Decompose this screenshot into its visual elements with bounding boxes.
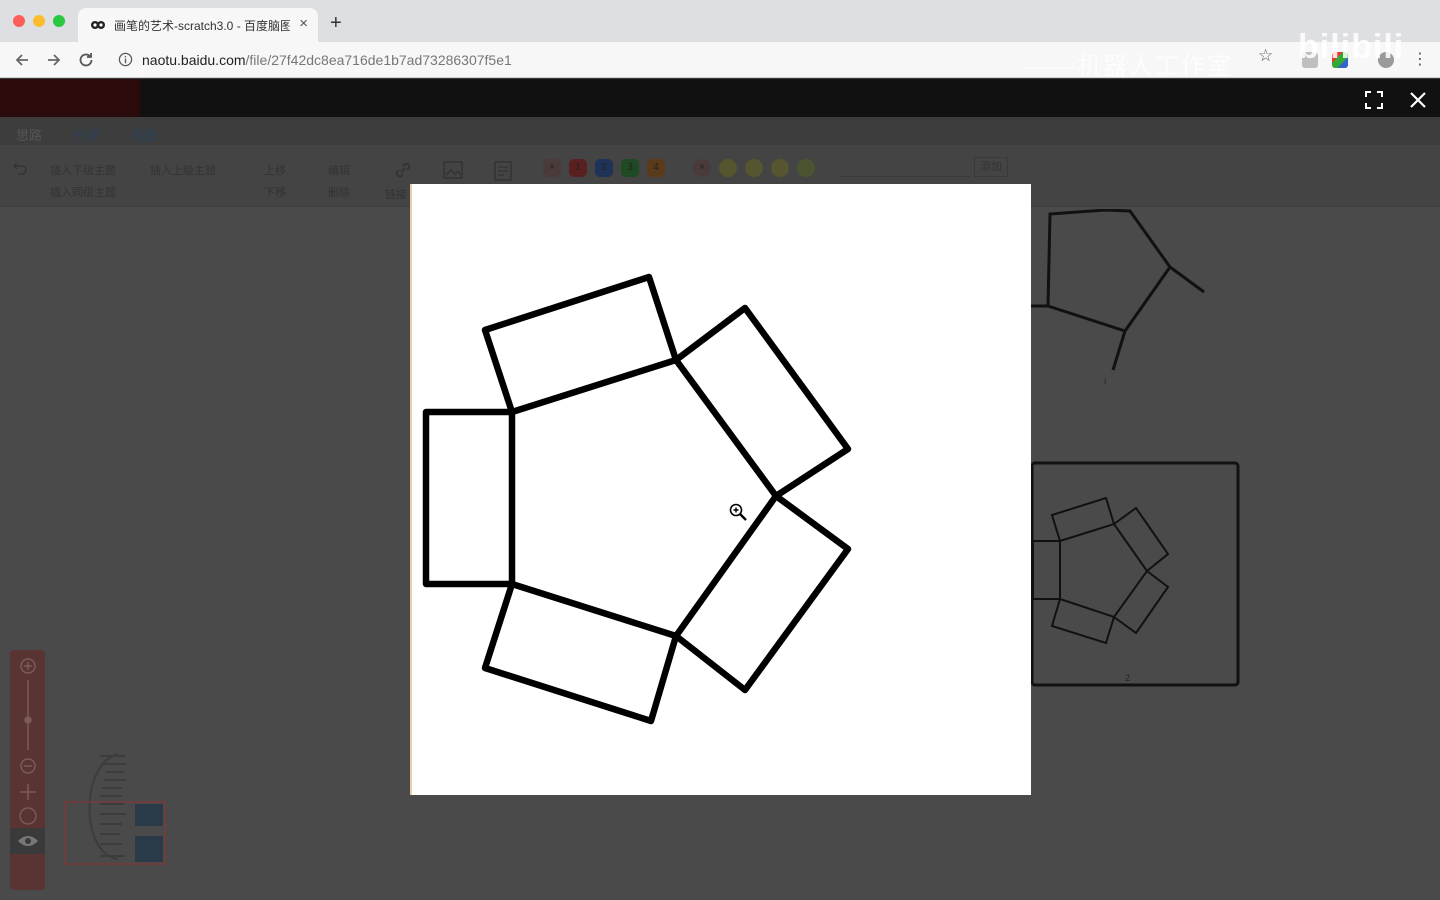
resource-input[interactable] (840, 155, 970, 177)
tab-view[interactable]: 视图 (131, 125, 157, 144)
progress-0-icon[interactable] (719, 159, 737, 177)
app-header (0, 79, 1440, 117)
ribbon-tabs: 思路 外观 视图 (0, 117, 1440, 145)
progress-2-icon[interactable] (771, 159, 789, 177)
url-path: /file/27f42dc8ea716de1b7ad73286307f5e1 (245, 52, 512, 68)
progress-3-icon[interactable] (797, 159, 815, 177)
note-icon[interactable] (494, 161, 512, 181)
zoom-in-cursor-icon (729, 503, 747, 521)
move-up-button[interactable]: 上移 (264, 162, 286, 178)
window-close-button[interactable] (13, 15, 25, 27)
naotu-favicon-icon (91, 21, 105, 29)
tab-ideas[interactable]: 思路 (16, 125, 42, 144)
back-icon[interactable] (12, 50, 32, 70)
insert-child-button[interactable]: 插入下级主题 (50, 162, 116, 178)
url-host: naotu.baidu.com (142, 52, 246, 68)
bilibili-logo: bilibili (1298, 28, 1405, 66)
remove-priority-icon[interactable]: × (543, 159, 561, 177)
window-zoom-button[interactable] (53, 15, 65, 27)
locate-icon[interactable] (19, 807, 37, 825)
star-icon[interactable]: ☆ (1258, 46, 1273, 66)
canvas-thumbnail-pentagon (1032, 496, 1170, 645)
browser-menu-icon[interactable]: ⋮ (1412, 49, 1428, 69)
edit-button[interactable]: 编辑 (328, 162, 350, 178)
remove-progress-icon[interactable]: × (693, 159, 711, 177)
undo-icon[interactable] (10, 163, 28, 177)
central-pentagon (508, 356, 780, 640)
browser-toolbar: naotu.baidu.com/file/27f42dc8ea716de1b7a… (0, 42, 1440, 80)
link-button-label[interactable]: 链接 (385, 186, 407, 202)
move-down-button[interactable]: 下移 (264, 184, 286, 200)
info-icon[interactable] (118, 52, 133, 67)
square-upper-right (672, 304, 852, 500)
square-left (422, 408, 516, 588)
priority-2-icon[interactable]: 2 (595, 159, 613, 177)
video-watermark: ——机器人工作室 (1025, 53, 1233, 80)
tab-title: 画笔的艺术-scratch3.0 - 百度脑图 (114, 19, 290, 33)
progress-1-icon[interactable] (745, 159, 763, 177)
window-minimize-button[interactable] (33, 15, 45, 27)
canvas-node-label: 2 (1125, 673, 1130, 683)
new-tab-button[interactable]: + (330, 13, 342, 33)
insert-parent-button[interactable]: 插入上级主题 (150, 162, 216, 178)
browser-tabstrip: 画笔的艺术-scratch3.0 - 百度脑图 × + (0, 0, 1440, 42)
url-text[interactable]: naotu.baidu.com/file/27f42dc8ea716de1b7a… (142, 52, 512, 68)
add-resource-button[interactable]: 添加 (974, 157, 1008, 177)
canvas-small-mark: ⅰ (1104, 377, 1106, 386)
priority-4-icon[interactable]: 4 (647, 159, 665, 177)
image-preview[interactable] (410, 184, 1031, 795)
canvas-pentagon-sketch (1030, 209, 1205, 371)
insert-sibling-button[interactable]: 插入同级主题 (50, 184, 116, 200)
tab-close-icon[interactable]: × (299, 15, 308, 32)
browser-tab[interactable]: 画笔的艺术-scratch3.0 - 百度脑图 × (78, 8, 318, 42)
move-icon[interactable] (20, 784, 36, 800)
close-icon[interactable] (1409, 91, 1427, 109)
square-lower-right (672, 492, 852, 694)
app-logo (0, 79, 140, 117)
image-icon[interactable] (443, 161, 463, 179)
link-icon[interactable] (392, 159, 414, 181)
zoom-panel (10, 650, 45, 890)
pentagon-squares-drawing (422, 273, 852, 725)
priority-3-icon[interactable]: 3 (621, 159, 639, 177)
canvas-thumbnail-frame[interactable] (1030, 461, 1240, 687)
fullscreen-icon[interactable] (1365, 91, 1383, 109)
minimap[interactable] (60, 744, 185, 874)
reload-icon[interactable] (76, 50, 96, 70)
mindmap-canvas[interactable]: ⅰ 2 (1030, 209, 1290, 709)
priority-1-icon[interactable]: 1 (569, 159, 587, 177)
delete-button[interactable]: 删除 (328, 184, 350, 200)
forward-icon[interactable] (44, 50, 64, 70)
tab-appearance[interactable]: 外观 (73, 125, 99, 144)
